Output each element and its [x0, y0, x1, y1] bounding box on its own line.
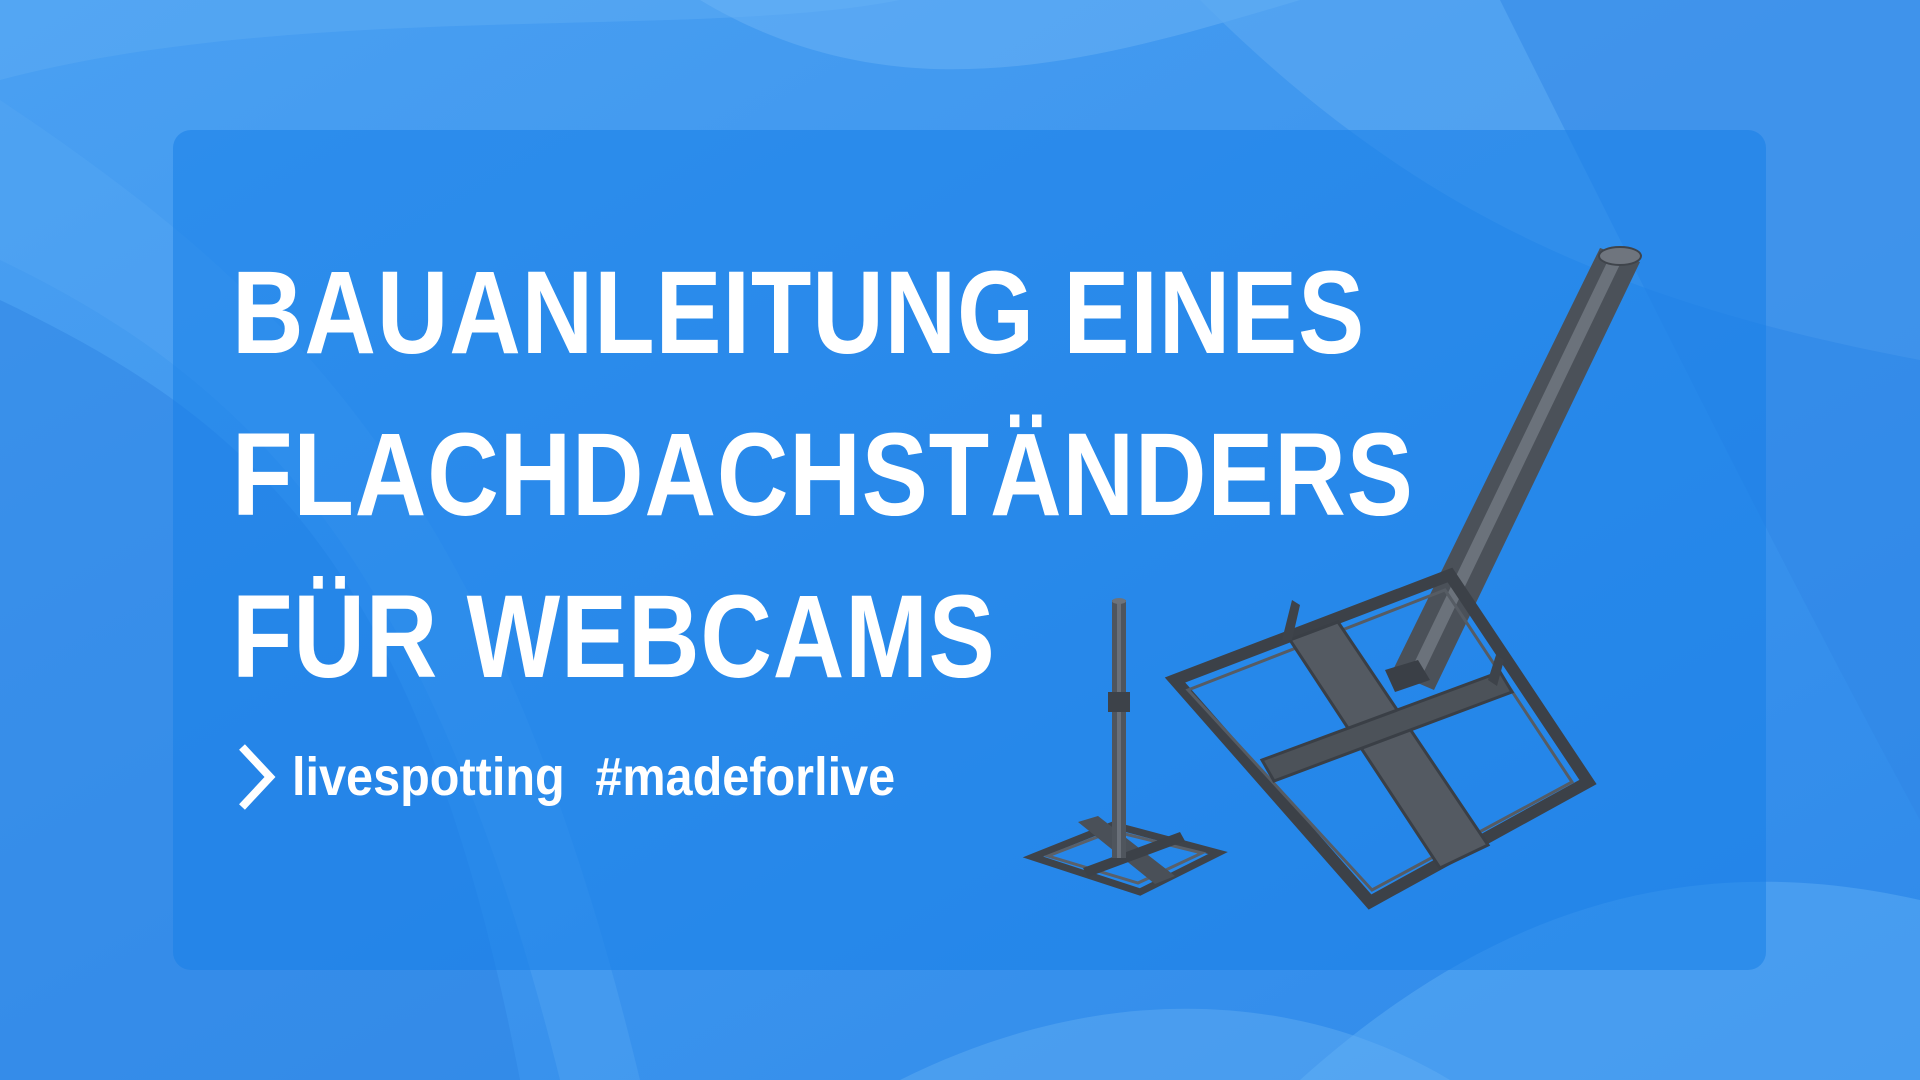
brand-line: livespotting #madeforlive [236, 742, 962, 812]
brand-text: livespotting #madeforlive [292, 746, 895, 808]
brand-hashtag: #madeforlive [595, 747, 896, 807]
title-line-1: BAUANLEITUNG EINES [232, 247, 1366, 379]
title-line-3: FÜR WEBCAMS [232, 571, 996, 703]
page-title: BAUANLEITUNG EINES FLACHDACHSTÄNDERS FÜR… [232, 232, 1414, 718]
brand-name: livespotting [292, 747, 565, 807]
title-line-2: FLACHDACHSTÄNDERS [232, 409, 1414, 541]
chevron-right-icon [239, 744, 276, 810]
